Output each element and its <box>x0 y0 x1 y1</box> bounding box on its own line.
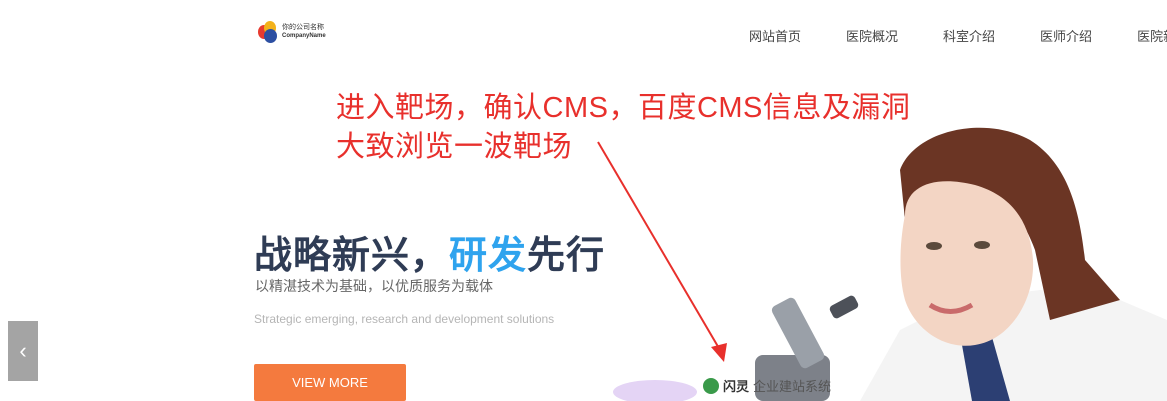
logo-icon <box>258 21 278 43</box>
nav-departments[interactable]: 科室介绍 <box>943 26 995 45</box>
view-more-button[interactable]: VIEW MORE <box>254 364 406 401</box>
watermark: 闪灵 企业建站系统 <box>703 376 831 395</box>
headline-part-2: 先行 <box>527 235 606 277</box>
logo-name-en: CompanyName <box>282 33 326 39</box>
nav-home[interactable]: 网站首页 <box>749 26 801 45</box>
gloved-hand <box>613 380 697 401</box>
logo-name-cn: 你的公司名称 <box>282 24 324 31</box>
watermark-brand: 闪灵 <box>723 379 750 394</box>
leaf-logo-icon <box>703 377 719 394</box>
hero-subtitle-cn: 以精湛技术为基础，以优质服务为载体 <box>255 278 493 294</box>
headline-highlight: 研发 <box>449 235 528 277</box>
nav-hospital-news[interactable]: 医院新闻 <box>1137 26 1167 45</box>
annotation-arrow-head <box>711 343 727 362</box>
annotation-line-2: 大致浏览一波靶场 <box>336 131 573 163</box>
annotation-line-1: 进入靶场，确认CMS，百度CMS信息及漏洞 <box>336 92 911 124</box>
headline-part-1: 战略新兴， <box>254 235 450 277</box>
slider-prev-button[interactable]: ‹ <box>8 321 38 381</box>
nav-physicians[interactable]: 医师介绍 <box>1040 26 1092 45</box>
right-eye <box>974 241 990 249</box>
hero-headline: 战略新兴，研发先行 <box>254 224 605 279</box>
nav-hospital-overview[interactable]: 医院概况 <box>846 26 898 45</box>
microscope-eyepiece <box>829 295 859 319</box>
left-eye <box>926 242 942 250</box>
scientist-illustration <box>597 127 1167 401</box>
watermark-text: 企业建站系统 <box>753 379 832 394</box>
company-logo[interactable]: 你的公司名称 CompanyName <box>258 21 326 43</box>
hero-subtitle-en: Strategic emerging, research and develop… <box>254 312 555 326</box>
annotation-arrow-line <box>597 141 721 351</box>
main-nav: 网站首页 医院概况 科室介绍 医师介绍 医院新闻 <box>749 26 1167 45</box>
chevron-left-icon: ‹ <box>19 338 27 363</box>
